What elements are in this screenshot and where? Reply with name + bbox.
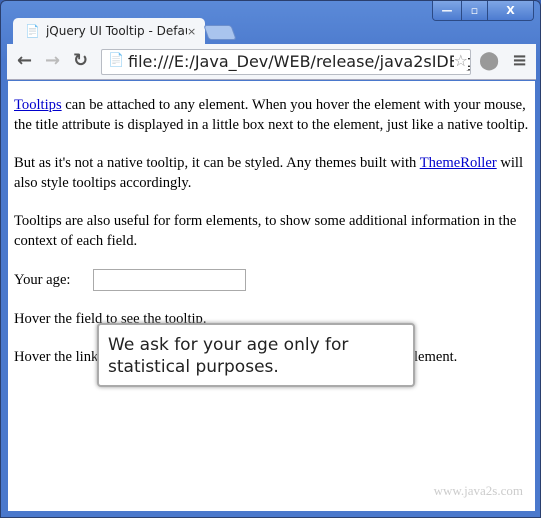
age-input[interactable] — [92, 269, 246, 291]
themeroller-paragraph: But as it's not a native tooltip, it can… — [14, 153, 529, 193]
text: can be attached to any element. When you… — [14, 97, 529, 133]
reload-icon[interactable]: ↻ — [73, 50, 88, 71]
minimize-button[interactable]: — — [433, 1, 461, 20]
intro-paragraph: Tooltips can be attached to any element.… — [14, 95, 529, 135]
tooltips-link[interactable]: Tooltips — [14, 97, 62, 113]
tab-title: jQuery UI Tooltip - Default functionalit… — [45, 24, 187, 38]
tab-active[interactable]: 📄 jQuery UI Tooltip - Default functional… — [13, 18, 205, 44]
close-window-button[interactable]: X — [487, 1, 533, 20]
themeroller-link[interactable]: ThemeRoller — [420, 155, 497, 171]
toolbar: ← → ↻ 📄 file:///E:/Java_Dev/WEB/release/… — [7, 44, 536, 80]
maximize-button[interactable]: ▫ — [461, 1, 487, 20]
url-text: file:///E:/Java_Dev/WEB/release/java2sID… — [128, 52, 471, 71]
age-label: Your age: — [14, 272, 71, 288]
forward-icon[interactable]: → — [45, 50, 60, 71]
page-icon: 📄 — [25, 24, 40, 38]
menu-icon[interactable]: ≡ — [512, 50, 527, 71]
age-row: Your age: — [14, 269, 529, 291]
form-paragraph: Tooltips are also useful for form elemen… — [14, 213, 517, 249]
text: But as it's not a native tooltip, it can… — [14, 155, 420, 171]
page-content: Tooltips can be attached to any element.… — [8, 81, 535, 511]
watermark: www.java2s.com — [433, 483, 523, 498]
tab-close-icon[interactable]: × — [187, 25, 205, 38]
page-icon: 📄 — [108, 53, 125, 68]
extension-icon[interactable]: ⬤ — [479, 50, 499, 71]
new-tab-button[interactable] — [203, 25, 237, 40]
tooltip: We ask for your age only for statistical… — [97, 323, 415, 387]
browser-window: — ▫ X 📄 jQuery UI Tooltip - Default func… — [0, 0, 541, 518]
back-icon[interactable]: ← — [17, 50, 32, 71]
address-bar[interactable]: 📄 file:///E:/Java_Dev/WEB/release/java2s… — [101, 49, 471, 75]
window-controls: — ▫ X — [432, 1, 534, 21]
star-icon[interactable]: ☆ — [453, 51, 468, 70]
